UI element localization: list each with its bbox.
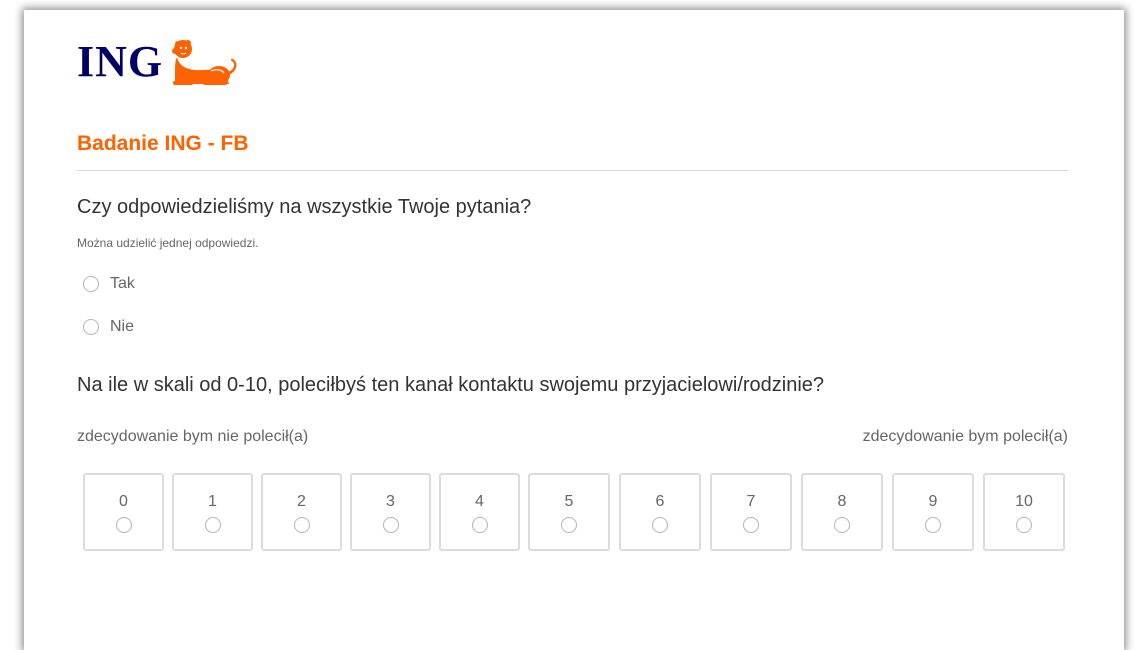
nps-scale: 0 1 2 3 4 5 6 7 8 9 10 (83, 473, 1065, 551)
option-label: Nie (110, 318, 135, 335)
survey-title: Badanie ING - FB (77, 132, 249, 155)
logo-text: ING (77, 37, 164, 86)
scale-number: 9 (928, 493, 938, 510)
scale-max-label: zdecydowanie bym polecił(a) (862, 428, 1068, 445)
radio-button[interactable] (204, 517, 221, 533)
scale-option-2[interactable]: 2 (261, 473, 342, 551)
option-label: Tak (110, 275, 135, 292)
scale-option-10[interactable]: 10 (983, 473, 1065, 551)
radio-button[interactable] (561, 517, 577, 533)
scale-option-0[interactable]: 0 (83, 473, 164, 551)
scale-option-4[interactable]: 4 (439, 473, 520, 551)
radio-button[interactable] (1016, 517, 1032, 533)
radio-button[interactable] (83, 319, 99, 335)
scale-number: 0 (119, 493, 128, 510)
radio-button[interactable] (743, 517, 759, 533)
radio-button[interactable] (293, 517, 310, 533)
scale-number: 4 (475, 493, 484, 510)
scale-number: 10 (1015, 493, 1033, 510)
scale-option-9[interactable]: 9 (892, 473, 974, 551)
survey-card: ING Badanie ING - FB Czy odpowiedzieliśm… (24, 10, 1124, 650)
radio-button[interactable] (83, 276, 99, 292)
radio-button[interactable] (115, 517, 132, 533)
scale-number: 5 (564, 493, 574, 510)
option-nie[interactable]: Nie (83, 318, 134, 336)
radio-button[interactable] (382, 517, 399, 533)
scale-option-3[interactable]: 3 (350, 473, 431, 551)
scale-number: 1 (208, 493, 217, 510)
scale-number: 7 (746, 493, 756, 510)
scale-option-1[interactable]: 1 (172, 473, 253, 551)
radio-button[interactable] (652, 517, 668, 533)
scale-option-5[interactable]: 5 (528, 473, 610, 551)
lion-icon (172, 40, 237, 85)
scale-number: 8 (837, 493, 847, 510)
scale-option-7[interactable]: 7 (710, 473, 792, 551)
radio-button[interactable] (471, 517, 488, 533)
question-1-text: Czy odpowiedzieliśmy na wszystkie Twoje … (77, 196, 532, 218)
radio-button[interactable] (834, 517, 850, 533)
scale-min-label: zdecydowanie bym nie polecił(a) (77, 428, 309, 445)
scale-number: 3 (386, 493, 395, 510)
scale-option-8[interactable]: 8 (801, 473, 883, 551)
title-divider (77, 170, 1068, 171)
ing-logo: ING (77, 37, 243, 87)
option-tak[interactable]: Tak (83, 275, 135, 293)
question-1-hint: Można udzielić jednej odpowiedzi. (77, 236, 259, 250)
question-2-text: Na ile w skali od 0-10, poleciłbyś ten k… (77, 374, 825, 396)
scale-number: 2 (297, 493, 306, 510)
scale-option-6[interactable]: 6 (619, 473, 701, 551)
scale-number: 6 (655, 493, 665, 510)
radio-button[interactable] (925, 517, 941, 533)
